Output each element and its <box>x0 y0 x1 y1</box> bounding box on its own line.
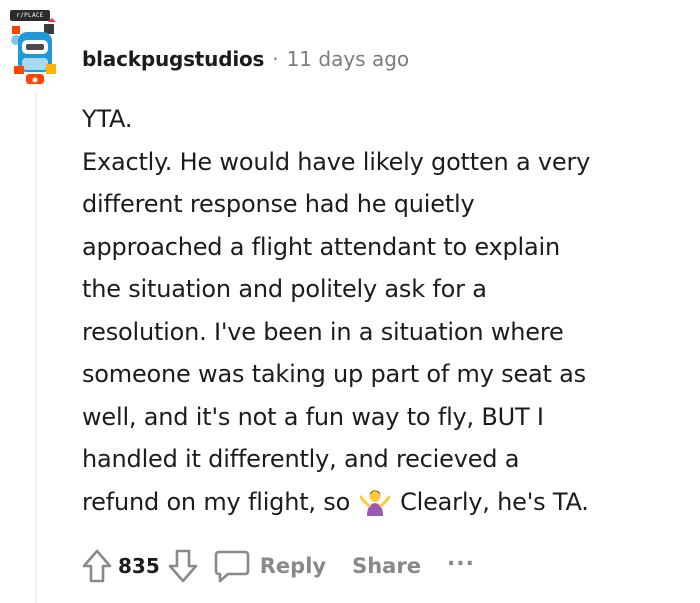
comment-text: refund on my flight, so <box>82 487 351 516</box>
downvote-button[interactable] <box>164 545 202 587</box>
person-shrugging-emoji-icon <box>360 489 391 516</box>
meta-separator: · <box>272 47 279 71</box>
comment-header: blackpugstudios · 11 days ago <box>82 44 409 74</box>
comment-text: Clearly, he's TA. <box>400 487 589 516</box>
vote-score: 835 <box>118 554 160 578</box>
comment-timestamp[interactable]: 11 days ago <box>287 47 410 71</box>
comment-line-last: refund on my flight, so Clearly, he's TA… <box>82 481 682 524</box>
upvote-button[interactable] <box>78 545 116 587</box>
share-button[interactable]: Share <box>352 554 421 578</box>
reply-label: Reply <box>259 554 327 578</box>
comment-line: handled it differently, and recieved a <box>82 445 520 473</box>
comment-actions: 835 Reply Share ... <box>78 545 475 587</box>
avatar[interactable]: r/PLACE <box>8 10 62 86</box>
comment-line: the situation and politely ask for a <box>82 275 487 303</box>
author-username[interactable]: blackpugstudios <box>82 47 264 71</box>
comment-line: someone was taking up part of my seat as <box>82 360 586 388</box>
more-options-button[interactable]: ... <box>447 548 475 570</box>
comment-line: resolution. I've been in a situation whe… <box>82 317 564 346</box>
comment-line: YTA. <box>82 105 133 133</box>
upvote-arrow-icon <box>82 549 112 583</box>
comment-body: YTA. Exactly. He would have likely gotte… <box>82 98 682 523</box>
comment-line: approached a flight attendant to explain <box>82 232 561 261</box>
comment-line: different response had he quietly <box>82 190 475 218</box>
reply-button[interactable]: Reply <box>214 549 326 583</box>
robot-avatar-icon <box>11 18 56 84</box>
speech-bubble-icon <box>214 550 250 583</box>
comment-line: Exactly. He would have likely gotten a v… <box>82 147 591 176</box>
comment-line: well, and it's not a fun way to fly, BUT… <box>82 402 544 431</box>
downvote-arrow-icon <box>168 549 198 583</box>
thread-line[interactable] <box>35 92 37 603</box>
